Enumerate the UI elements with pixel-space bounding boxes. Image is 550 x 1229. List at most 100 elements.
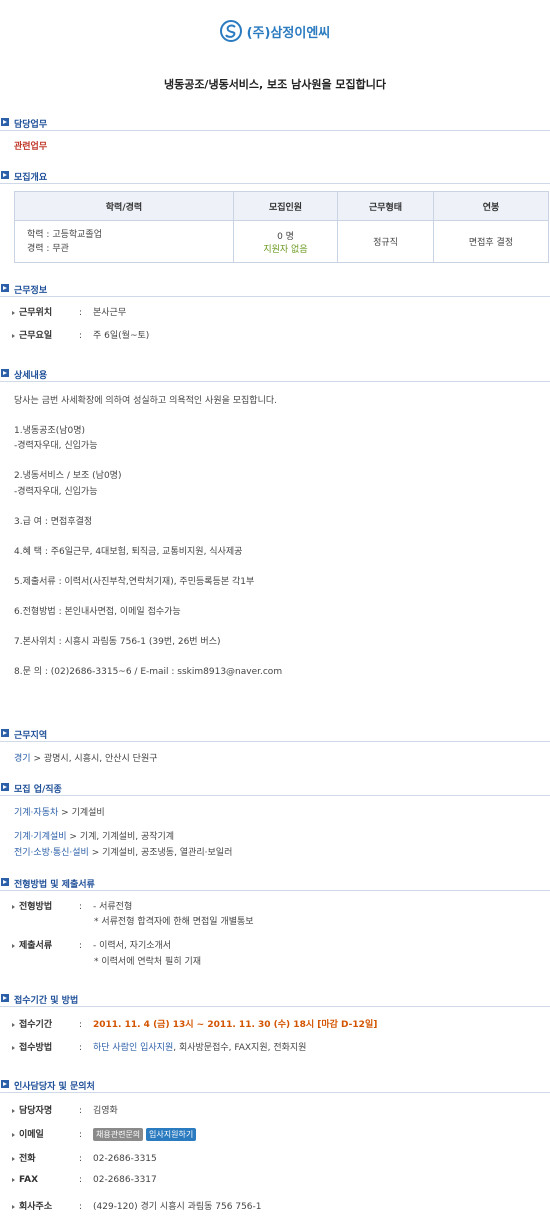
row-value: - 서류전형 xyxy=(93,902,133,912)
salary: 면접후 결정 xyxy=(433,220,549,263)
page-title: 냉동공조/냉동서비스, 보조 남사원을 모집합니다 xyxy=(163,78,387,91)
section-heading: 근무지역 xyxy=(14,731,48,741)
application-period: 2011. 11. 4 (금) 13시 ~ 2011. 11. 30 (수) 1… xyxy=(93,1020,378,1030)
job-value: 기계설비, 공조냉동, 열관리·보일러 xyxy=(102,848,233,858)
row-key: 담당자명 xyxy=(19,1106,53,1116)
section-bullet-icon xyxy=(1,284,9,292)
table-row: 학력 : 고등학교졸업 경력 : 무관 0 명 지원자 없음 정규직 면접후 결… xyxy=(14,220,549,263)
section-divider xyxy=(0,1092,550,1093)
section-screening: 전형방법 및 제출서류 xyxy=(0,877,550,891)
row-key: 근무위치 xyxy=(19,308,53,318)
job-category-link[interactable]: 기계·기계설비 xyxy=(14,832,67,842)
triangle-bullet-icon xyxy=(12,333,15,338)
contact-email-row: 이메일: 채용관련문의 입사지원하기 xyxy=(12,1127,197,1141)
docs-note: * 이력서에 연락처 필히 기재 xyxy=(94,957,202,967)
row-key: 근무요일 xyxy=(19,331,53,341)
section-details: 상세내용 xyxy=(0,368,550,382)
section-bullet-icon xyxy=(1,369,9,377)
job-row: 전기·소방·통신·설비 > 기계설비, 공조냉동, 열관리·보일러 xyxy=(14,845,232,858)
screening-method-row: 전형방법: - 서류전형 xyxy=(12,899,132,912)
inquiry-button[interactable]: 채용관련문의 xyxy=(93,1128,144,1141)
section-divider xyxy=(0,795,550,796)
employment-type: 정규직 xyxy=(337,220,434,263)
detail-line: 4.혜 택 : 주6일근무, 4대보험, 퇴직금, 교통비지원, 식사제공 xyxy=(14,547,243,557)
apply-link[interactable]: 하단 사람인 입사지원 xyxy=(93,1043,173,1053)
triangle-bullet-icon xyxy=(12,1045,15,1050)
edu-career-cell: 학력 : 고등학교졸업 경력 : 무관 xyxy=(14,220,234,263)
separator: > xyxy=(69,832,77,842)
row-key: 회사주소 xyxy=(19,1202,53,1212)
triangle-bullet-icon xyxy=(12,1132,15,1137)
section-bullet-icon xyxy=(1,1080,9,1088)
section-heading: 근무정보 xyxy=(14,286,48,296)
section-heading: 인사담당자 및 문의처 xyxy=(14,1082,95,1092)
row-key: 이메일 xyxy=(19,1130,44,1140)
apply-methods: , 회사방문접수, FAX지원, 전화지원 xyxy=(173,1043,307,1053)
row-key: 접수방법 xyxy=(19,1043,53,1053)
education: 학력 : 고등학교졸업 xyxy=(27,229,102,240)
detail-line: 8.문 의 : (02)2686-3315~6 / E-mail : sskim… xyxy=(14,667,283,677)
company-name: (주)삼정이엔씨 xyxy=(246,25,331,41)
section-bullet-icon xyxy=(1,171,9,179)
job-row: 기계·기계설비 > 기계, 기계설비, 공작기계 xyxy=(14,829,174,842)
section-bullet-icon xyxy=(1,729,9,737)
details-intro: 당사는 금번 사세확장에 의하여 성실하고 의욕적인 사원을 모집합니다. xyxy=(14,396,278,406)
company-logo-icon xyxy=(219,20,242,42)
row-key: 접수기간 xyxy=(19,1020,53,1030)
table-header-row: 학력/경력 모집인원 근무형태 연봉 xyxy=(14,191,549,221)
section-divider xyxy=(0,890,550,891)
headcount-cell: 0 명 지원자 없음 xyxy=(233,220,338,263)
section-region: 근무지역 xyxy=(0,728,550,742)
row-value: 주 6일(월~토) xyxy=(93,331,150,341)
apply-button[interactable]: 입사지원하기 xyxy=(146,1128,197,1141)
contact-address-row: 회사주소: (429-120) 경기 시흥시 과림동 756 756-1 xyxy=(12,1199,262,1212)
apply-method-row: 접수방법: 하단 사람인 입사지원, 회사방문접수, FAX지원, 전화지원 xyxy=(12,1040,306,1053)
region-link[interactable]: 경기 xyxy=(14,754,31,764)
triangle-bullet-icon xyxy=(12,904,15,909)
docs-row: 제출서류: - 이력서, 자기소개서 xyxy=(12,938,171,951)
section-application: 접수기간 및 방법 xyxy=(0,993,550,1007)
contact-name: 김영화 xyxy=(93,1106,118,1116)
separator: > xyxy=(91,848,100,858)
section-heading: 모집개요 xyxy=(14,173,48,183)
triangle-bullet-icon xyxy=(12,1108,15,1113)
section-heading: 접수기간 및 방법 xyxy=(14,996,79,1006)
column-header: 학력/경력 xyxy=(14,191,234,221)
section-bullet-icon xyxy=(1,994,9,1002)
section-heading: 모집 업/직종 xyxy=(14,785,62,795)
row-key: 제출서류 xyxy=(19,941,53,951)
section-work-info: 근무정보 xyxy=(0,283,550,297)
contact-address: (429-120) 경기 시흥시 과림동 756 756-1 xyxy=(93,1202,262,1212)
triangle-bullet-icon xyxy=(12,310,15,315)
job-category-link[interactable]: 전기·소방·통신·설비 xyxy=(14,848,89,858)
section-divider xyxy=(0,1006,550,1007)
separator: > xyxy=(61,808,69,818)
job-value: 기계, 기계설비, 공작기계 xyxy=(79,832,175,842)
contact-phone-row: 전화:02-2686-3315 xyxy=(12,1151,157,1164)
section-heading: 전형방법 및 제출서류 xyxy=(14,880,95,890)
triangle-bullet-icon xyxy=(12,1204,15,1209)
industry-link[interactable]: 기계·자동차 xyxy=(14,808,58,818)
column-header: 연봉 xyxy=(433,191,549,221)
region-row: 경기 > 광명시, 시흥시, 안산시 단원구 xyxy=(14,751,158,764)
contact-fax: 02-2686-3317 xyxy=(93,1175,157,1185)
detail-line: 1.냉동공조(남0명) xyxy=(14,426,86,436)
section-bullet-icon xyxy=(1,783,9,791)
section-heading: 상세내용 xyxy=(14,371,48,381)
section-jobs: 모집 업/직종 xyxy=(0,782,550,796)
triangle-bullet-icon xyxy=(12,1022,15,1027)
row-value: 본사근무 xyxy=(93,308,127,318)
period-row: 접수기간:2011. 11. 4 (금) 13시 ~ 2011. 11. 30 … xyxy=(12,1017,377,1030)
detail-line: 5.제출서류 : 이력서(사진부착,연락처기재), 주민등록등본 각1부 xyxy=(14,577,255,587)
triangle-bullet-icon xyxy=(12,943,15,948)
row-key: FAX xyxy=(19,1175,39,1185)
section-divider xyxy=(0,381,550,382)
section-duty: 담당업무 xyxy=(0,117,550,131)
career: 경력 : 무관 xyxy=(27,243,69,254)
duty-value: 관련업무 xyxy=(14,142,48,152)
section-bullet-icon xyxy=(1,118,9,126)
row-key: 전형방법 xyxy=(19,902,53,912)
overview-table: 학력/경력 모집인원 근무형태 연봉 학력 : 고등학교졸업 경력 : 무관 0… xyxy=(14,191,549,263)
separator: > xyxy=(33,754,41,764)
triangle-bullet-icon xyxy=(12,1156,15,1161)
